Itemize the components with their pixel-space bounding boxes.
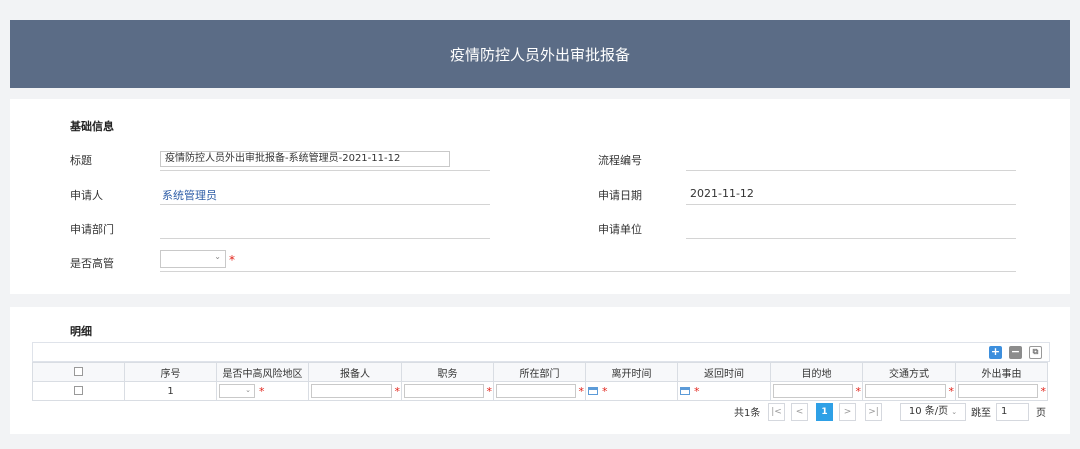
- return-time-cell: *: [677, 381, 771, 401]
- position-input[interactable]: [404, 384, 484, 398]
- calendar-icon[interactable]: [588, 387, 598, 395]
- detail-toolbar: + − ⧉: [32, 342, 1050, 362]
- senior-required-mark: *: [229, 253, 235, 267]
- required-mark: *: [1040, 385, 1047, 398]
- chevron-down-icon: ⌄: [214, 252, 221, 261]
- reason-cell: *: [955, 381, 1048, 401]
- title-field[interactable]: 疫情防控人员外出审批报备-系统管理员-2021-11-12: [160, 151, 450, 167]
- department-cell: *: [493, 381, 586, 401]
- risk-area-cell: ⌄ *: [216, 381, 309, 401]
- page-header: 疫情防控人员外出审批报备: [10, 20, 1070, 88]
- chevron-down-icon: ⌄: [951, 408, 958, 416]
- first-page-button[interactable]: |<: [768, 403, 785, 421]
- required-mark: *: [694, 385, 700, 398]
- add-row-button[interactable]: +: [989, 346, 1002, 359]
- row-index: 1: [124, 381, 217, 401]
- column-header: 职务: [401, 362, 494, 382]
- page-size-value: 10 条/页: [908, 406, 949, 417]
- unit-label: 申请单位: [598, 223, 642, 236]
- column-header: 目的地: [770, 362, 863, 382]
- column-header: 报备人: [308, 362, 402, 382]
- transport-cell: *: [862, 381, 956, 401]
- remove-row-button[interactable]: −: [1009, 346, 1022, 359]
- column-header: 离开时间: [585, 362, 678, 382]
- jump-label: 跳至: [971, 408, 991, 419]
- apply-date-underline: [686, 204, 1016, 205]
- page-size-select[interactable]: 10 条/页 ⌄: [900, 403, 966, 421]
- unit-field[interactable]: [686, 238, 1016, 239]
- required-mark: *: [486, 385, 493, 398]
- column-header: 外出事由: [955, 362, 1048, 382]
- dept-field[interactable]: [160, 238, 490, 239]
- process-no-underline: [686, 170, 1016, 171]
- basic-info-panel: 基础信息 标题 疫情防控人员外出审批报备-系统管理员-2021-11-12 流程…: [10, 99, 1070, 294]
- row-select-cell[interactable]: [32, 381, 125, 401]
- table-row: 1 ⌄ * * * * * * * * *: [32, 381, 1048, 401]
- applicant-value[interactable]: 系统管理员: [162, 187, 217, 203]
- required-mark: *: [602, 385, 608, 398]
- position-cell: *: [401, 381, 494, 401]
- page-title: 疫情防控人员外出审批报备: [449, 45, 630, 64]
- page-unit-label: 页: [1036, 408, 1046, 419]
- prev-page-button[interactable]: <: [791, 403, 808, 421]
- leave-time-cell: *: [585, 381, 678, 401]
- senior-label: 是否高管: [70, 257, 114, 270]
- select-all-header[interactable]: [32, 362, 125, 382]
- reason-input[interactable]: [958, 384, 1038, 398]
- detail-panel: 明细 + − ⧉ 序号 是否中高风险地区 报备人 职务 所在部门 离开时间 返回…: [10, 307, 1070, 434]
- column-header: 返回时间: [677, 362, 771, 382]
- senior-underline: [160, 271, 1016, 272]
- row-checkbox[interactable]: [74, 386, 83, 395]
- column-header: 序号: [124, 362, 217, 382]
- basic-info-title: 基础信息: [70, 120, 114, 133]
- destination-input[interactable]: [773, 384, 853, 398]
- required-mark: *: [948, 385, 955, 398]
- applicant-underline: [160, 204, 490, 205]
- required-mark: *: [259, 385, 265, 398]
- last-page-button[interactable]: >|: [865, 403, 882, 421]
- applicant-label: 申请人: [70, 189, 103, 202]
- pager-total: 共1条: [734, 408, 761, 419]
- page-1-button[interactable]: 1: [816, 403, 833, 421]
- select-all-checkbox[interactable]: [74, 367, 83, 376]
- table-header-row: 序号 是否中高风险地区 报备人 职务 所在部门 离开时间 返回时间 目的地 交通…: [32, 362, 1048, 382]
- calendar-icon[interactable]: [680, 387, 690, 395]
- column-header: 所在部门: [493, 362, 586, 382]
- copy-row-button[interactable]: ⧉: [1029, 346, 1042, 359]
- next-page-button[interactable]: >: [839, 403, 856, 421]
- title-underline: [160, 170, 490, 171]
- required-mark: *: [394, 385, 401, 398]
- risk-area-select[interactable]: ⌄: [219, 384, 255, 398]
- jump-page-input[interactable]: 1: [996, 403, 1029, 421]
- required-mark: *: [855, 385, 862, 398]
- reporter-input[interactable]: [311, 384, 392, 398]
- chevron-down-icon: ⌄: [245, 386, 251, 394]
- detail-title: 明细: [70, 325, 92, 338]
- title-label: 标题: [70, 154, 92, 167]
- transport-input[interactable]: [865, 384, 946, 398]
- required-mark: *: [578, 385, 585, 398]
- senior-select[interactable]: ⌄: [160, 250, 226, 268]
- column-header: 交通方式: [862, 362, 956, 382]
- reporter-cell: *: [308, 381, 402, 401]
- dept-label: 申请部门: [70, 223, 114, 236]
- apply-date-label: 申请日期: [598, 189, 642, 202]
- detail-table: 序号 是否中高风险地区 报备人 职务 所在部门 离开时间 返回时间 目的地 交通…: [32, 362, 1048, 401]
- destination-cell: *: [770, 381, 863, 401]
- process-no-label: 流程编号: [598, 154, 642, 167]
- column-header: 是否中高风险地区: [216, 362, 309, 382]
- department-input[interactable]: [496, 384, 576, 398]
- apply-date-value: 2021-11-12: [690, 187, 754, 200]
